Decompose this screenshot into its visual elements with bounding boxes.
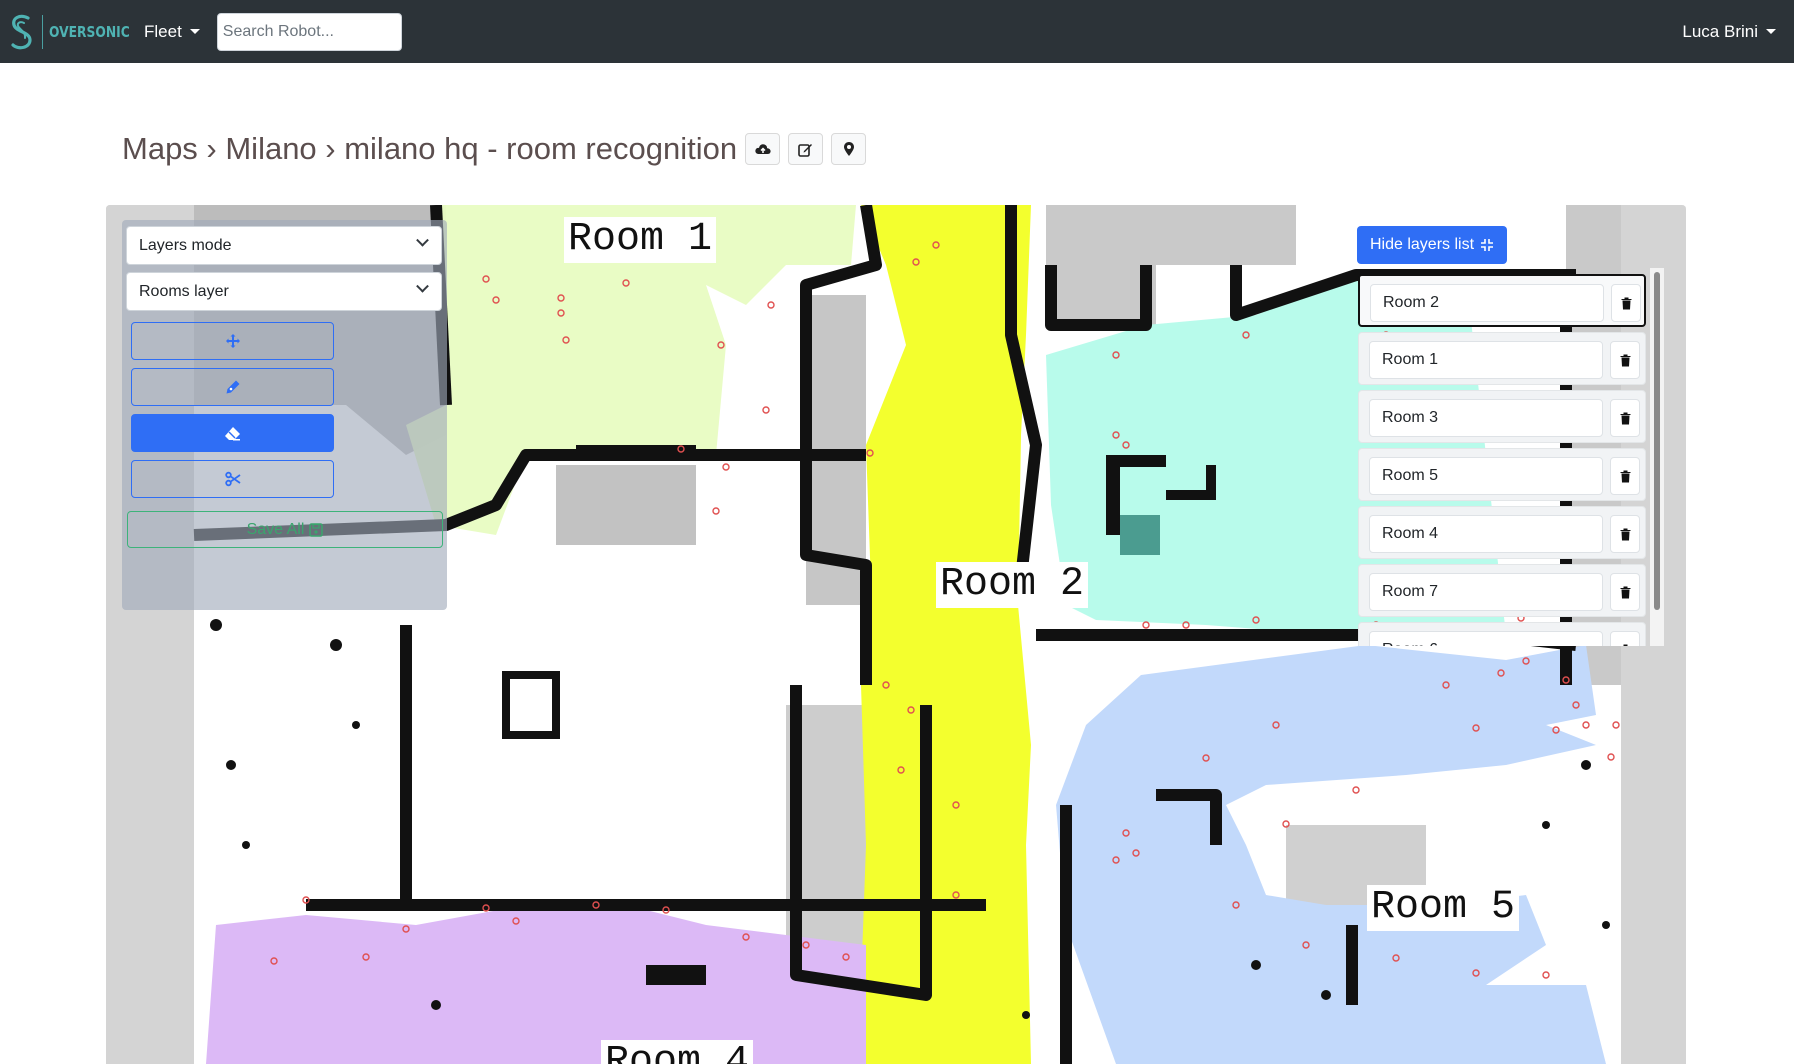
trash-icon xyxy=(1620,644,1630,646)
layer-item-room-2[interactable]: Room 2 xyxy=(1358,274,1646,327)
layer-select-value: Rooms layer xyxy=(139,282,229,300)
brand[interactable]: OVERSONIC xyxy=(8,0,130,63)
layer-select[interactable]: Rooms layer xyxy=(126,272,442,311)
user-menu[interactable]: Luca Brini xyxy=(1682,0,1776,63)
pen-icon xyxy=(226,380,239,394)
map-pin-icon xyxy=(843,142,854,156)
delete-layer-button[interactable] xyxy=(1610,515,1640,553)
locate-map-button[interactable] xyxy=(831,133,867,165)
hide-layers-label: Hide layers list xyxy=(1369,236,1475,253)
cloud-upload-icon xyxy=(754,144,771,154)
layer-name-input[interactable]: Room 1 xyxy=(1369,341,1603,379)
brand-name: OVERSONIC xyxy=(49,22,130,41)
layer-item-room-5[interactable]: Room 5 xyxy=(1358,448,1646,501)
brand-divider xyxy=(42,14,43,49)
eraser-tool-button[interactable] xyxy=(131,414,334,452)
trash-icon xyxy=(1621,297,1631,309)
layer-item-room-3[interactable]: Room 3 xyxy=(1358,390,1646,443)
layer-name-input[interactable]: Room 6 xyxy=(1369,631,1603,646)
save-all-label: Save All xyxy=(246,520,305,538)
edit-map-button[interactable] xyxy=(788,133,824,165)
delete-layer-button[interactable] xyxy=(1610,341,1640,379)
map-room-label: Room 4 xyxy=(601,1040,754,1064)
map-room-label: Room 5 xyxy=(1367,885,1520,931)
user-name: Luca Brini xyxy=(1682,21,1758,41)
save-icon xyxy=(309,522,324,537)
scissors-tool-button[interactable] xyxy=(131,460,334,498)
hide-layers-list-button[interactable]: Hide layers list xyxy=(1357,226,1507,264)
caret-down-icon xyxy=(189,29,200,34)
mode-select[interactable]: Layers mode xyxy=(126,226,442,265)
delete-layer-button[interactable] xyxy=(1610,457,1640,495)
scissors-icon xyxy=(224,471,241,487)
mode-select-value: Layers mode xyxy=(139,236,232,254)
chevron-down-icon xyxy=(416,233,429,247)
map-room-label: Room 1 xyxy=(564,217,717,263)
fleet-dropdown[interactable]: Fleet xyxy=(144,22,200,42)
edit-icon xyxy=(798,143,813,157)
delete-layer-button[interactable] xyxy=(1610,573,1640,611)
trash-icon xyxy=(1620,470,1630,482)
layer-item-room-7[interactable]: Room 7 xyxy=(1358,564,1646,617)
pen-tool-button[interactable] xyxy=(131,368,334,406)
delete-layer-button[interactable] xyxy=(1610,631,1640,646)
delete-layer-button[interactable] xyxy=(1611,284,1641,322)
layer-name-input[interactable]: Room 4 xyxy=(1369,515,1603,553)
page-title: Maps › Milano › milano hq - room recogni… xyxy=(122,131,738,166)
trash-icon xyxy=(1620,354,1630,366)
search-robot-input[interactable] xyxy=(216,12,402,51)
top-navbar: OVERSONIC Fleet Luca Brini xyxy=(0,0,1794,63)
eraser-icon xyxy=(225,426,240,440)
fleet-label: Fleet xyxy=(144,21,182,41)
layers-list: Room 2 Room 1 Room 3 Room 5 Room 4 Room … xyxy=(1358,270,1664,646)
move-icon xyxy=(225,334,240,348)
upload-map-button[interactable] xyxy=(745,133,781,165)
trash-icon xyxy=(1620,586,1630,598)
layer-name-input[interactable]: Room 3 xyxy=(1369,399,1603,437)
layer-name-input[interactable]: Room 2 xyxy=(1370,284,1604,322)
map-room-label: Room 2 xyxy=(936,562,1089,608)
collapse-icon xyxy=(1481,239,1494,251)
layer-name-input[interactable]: Room 5 xyxy=(1369,457,1603,495)
layer-name-input[interactable]: Room 7 xyxy=(1369,573,1603,611)
delete-layer-button[interactable] xyxy=(1610,399,1640,437)
caret-down-icon xyxy=(1766,29,1776,34)
oversonic-logo-icon xyxy=(11,14,32,49)
save-all-button[interactable]: Save All xyxy=(127,511,443,548)
move-tool-button[interactable] xyxy=(131,322,334,360)
trash-icon xyxy=(1620,412,1630,424)
breadcrumb: Maps › Milano › milano hq - room recogni… xyxy=(122,126,867,172)
layer-item-room-4[interactable]: Room 4 xyxy=(1358,506,1646,559)
layer-item-room-1[interactable]: Room 1 xyxy=(1358,332,1646,385)
chevron-down-icon xyxy=(416,279,429,293)
trash-icon xyxy=(1620,528,1630,540)
layer-item-room-6[interactable]: Room 6 xyxy=(1358,622,1646,646)
